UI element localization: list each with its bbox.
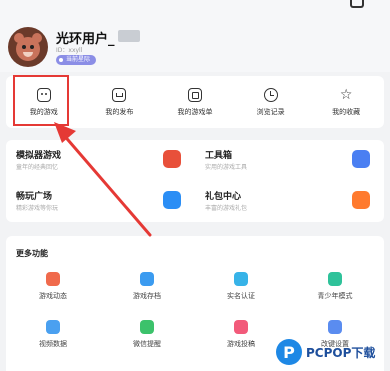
- gift-icon: [352, 191, 370, 209]
- feature-title: 礼包中心: [205, 192, 242, 202]
- tab-label: 我的发布: [105, 107, 134, 116]
- feature-title: 模拟器游戏: [16, 151, 62, 161]
- star-icon: ☆: [339, 86, 353, 103]
- gamepad-icon: [234, 320, 248, 334]
- profile-header: 光环用户_ ID：xxyll 当前星际: [0, 0, 390, 72]
- game-feed-icon: [46, 272, 60, 286]
- avatar-eye-left: [22, 45, 26, 49]
- section-title: 更多功能: [16, 249, 48, 258]
- feature-subtitle: 精彩游戏等你玩: [16, 205, 59, 212]
- watermark-logo-icon: P: [276, 339, 302, 365]
- publish-icon: [112, 87, 127, 102]
- plaza-icon: [163, 191, 181, 209]
- grid-item-game-submit[interactable]: 游戏投稿: [194, 320, 288, 349]
- feature-toolbox[interactable]: 工具箱 实用的游戏工具: [195, 140, 384, 181]
- feature-subtitle: 丰富的游戏礼包: [205, 205, 248, 212]
- cloud-save-icon: [140, 272, 154, 286]
- watermark-text: PCPOP下载: [306, 345, 376, 360]
- grid-item-label: 游戏投稿: [227, 340, 255, 348]
- grid-item-teen-mode[interactable]: 青少年模式: [288, 272, 382, 301]
- user-id: ID：xxyll: [56, 47, 83, 54]
- tab-my-posts[interactable]: 我的发布: [82, 76, 158, 128]
- badge-label: 当前星际: [66, 56, 91, 63]
- grid-item-video-data[interactable]: 视频数据: [6, 320, 100, 349]
- grid-item-game-feed[interactable]: 游戏动态: [6, 272, 100, 301]
- wechat-icon: [140, 320, 154, 334]
- tab-label: 我的收藏: [332, 107, 361, 116]
- tab-label: 我的游戏单: [177, 107, 213, 116]
- feature-subtitle: 童年的经典回忆: [16, 164, 59, 171]
- gamepad-icon: [36, 87, 51, 102]
- feature-emulator-games[interactable]: 模拟器游戏 童年的经典回忆: [6, 140, 195, 181]
- tab-my-games[interactable]: 我的游戏: [6, 76, 82, 128]
- watermark: P PCPOP下载: [276, 337, 375, 367]
- feature-play-plaza[interactable]: 畅玩广场 精彩游戏等你玩: [6, 181, 195, 222]
- toolbox-icon: [352, 150, 370, 168]
- quick-tabs: 我的游戏 我的发布 我的游戏单 浏览记录 ☆ 我的收藏: [6, 76, 384, 128]
- umbrella-icon: [328, 272, 342, 286]
- username-redacted: [118, 30, 140, 42]
- feature-title: 工具箱: [205, 151, 233, 161]
- grid-item-label: 实名认证: [227, 292, 255, 300]
- video-icon: [46, 320, 60, 334]
- feature-title: 畅玩广场: [16, 192, 53, 202]
- grid-item-label: 游戏存档: [133, 292, 161, 300]
- grid-item-real-name[interactable]: 实名认证: [194, 272, 288, 301]
- badge-dot-icon: [59, 58, 63, 62]
- feature-subtitle: 实用的游戏工具: [205, 164, 248, 171]
- game-list-icon: [187, 87, 202, 102]
- message-icon[interactable]: [350, 0, 364, 8]
- grid-item-wechat-remind[interactable]: 微信提醒: [100, 320, 194, 349]
- key-settings-icon: [328, 320, 342, 334]
- grid-item-label: 青少年模式: [317, 292, 353, 300]
- grid-item-game-save[interactable]: 游戏存档: [100, 272, 194, 301]
- emulator-icon: [163, 150, 181, 168]
- status-badge[interactable]: 当前星际: [56, 55, 97, 65]
- clock-icon: [263, 87, 278, 102]
- grid-item-label: 视频数据: [39, 340, 67, 348]
- avatar-face: [16, 37, 40, 61]
- tab-favorites[interactable]: ☆ 我的收藏: [308, 76, 384, 128]
- avatar[interactable]: [8, 27, 48, 67]
- grid-item-label: 游戏动态: [39, 292, 67, 300]
- grid-item-label: 微信提醒: [133, 340, 161, 348]
- tab-label: 我的游戏: [29, 107, 58, 116]
- tab-my-game-list[interactable]: 我的游戏单: [157, 76, 233, 128]
- id-card-icon: [234, 272, 248, 286]
- avatar-eye-right: [30, 45, 34, 49]
- tab-label: 浏览记录: [256, 107, 285, 116]
- feature-panel: 模拟器游戏 童年的经典回忆 工具箱 实用的游戏工具 畅玩广场 精彩游戏等你玩 礼…: [6, 140, 384, 222]
- tab-history[interactable]: 浏览记录: [233, 76, 309, 128]
- feature-gift-center[interactable]: 礼包中心 丰富的游戏礼包: [195, 181, 384, 222]
